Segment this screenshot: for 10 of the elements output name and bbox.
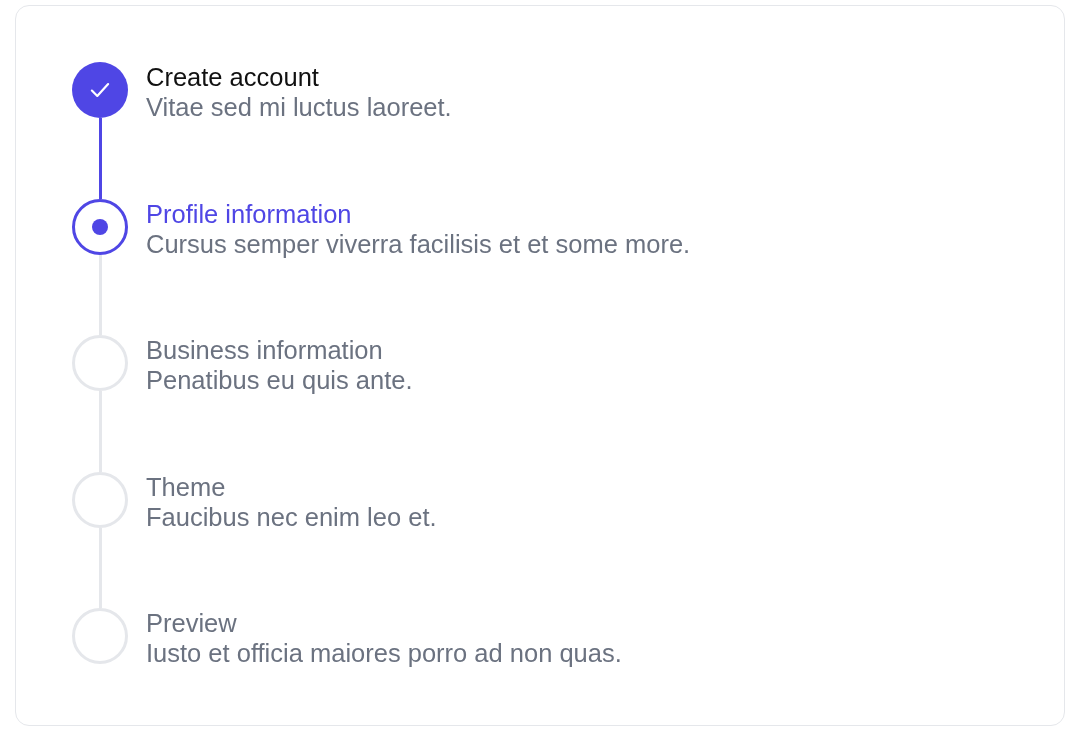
- step-description: Cursus semper viverra facilisis et et some more.: [146, 228, 691, 259]
- step-title: Create account: [146, 62, 319, 92]
- step-title: Profile information: [146, 198, 352, 229]
- step-title: Theme: [146, 471, 226, 502]
- step-description: Vitae sed mi luctus laoreet.: [146, 92, 452, 122]
- step-title: Preview: [146, 608, 237, 638]
- step-title: Business information: [146, 335, 383, 365]
- step-description: Faucibus nec enim leo et.: [146, 501, 437, 532]
- step-description: Penatibus eu quis ante.: [146, 365, 413, 395]
- step-description: Iusto et officia maiores porro ad non quas.: [146, 638, 622, 668]
